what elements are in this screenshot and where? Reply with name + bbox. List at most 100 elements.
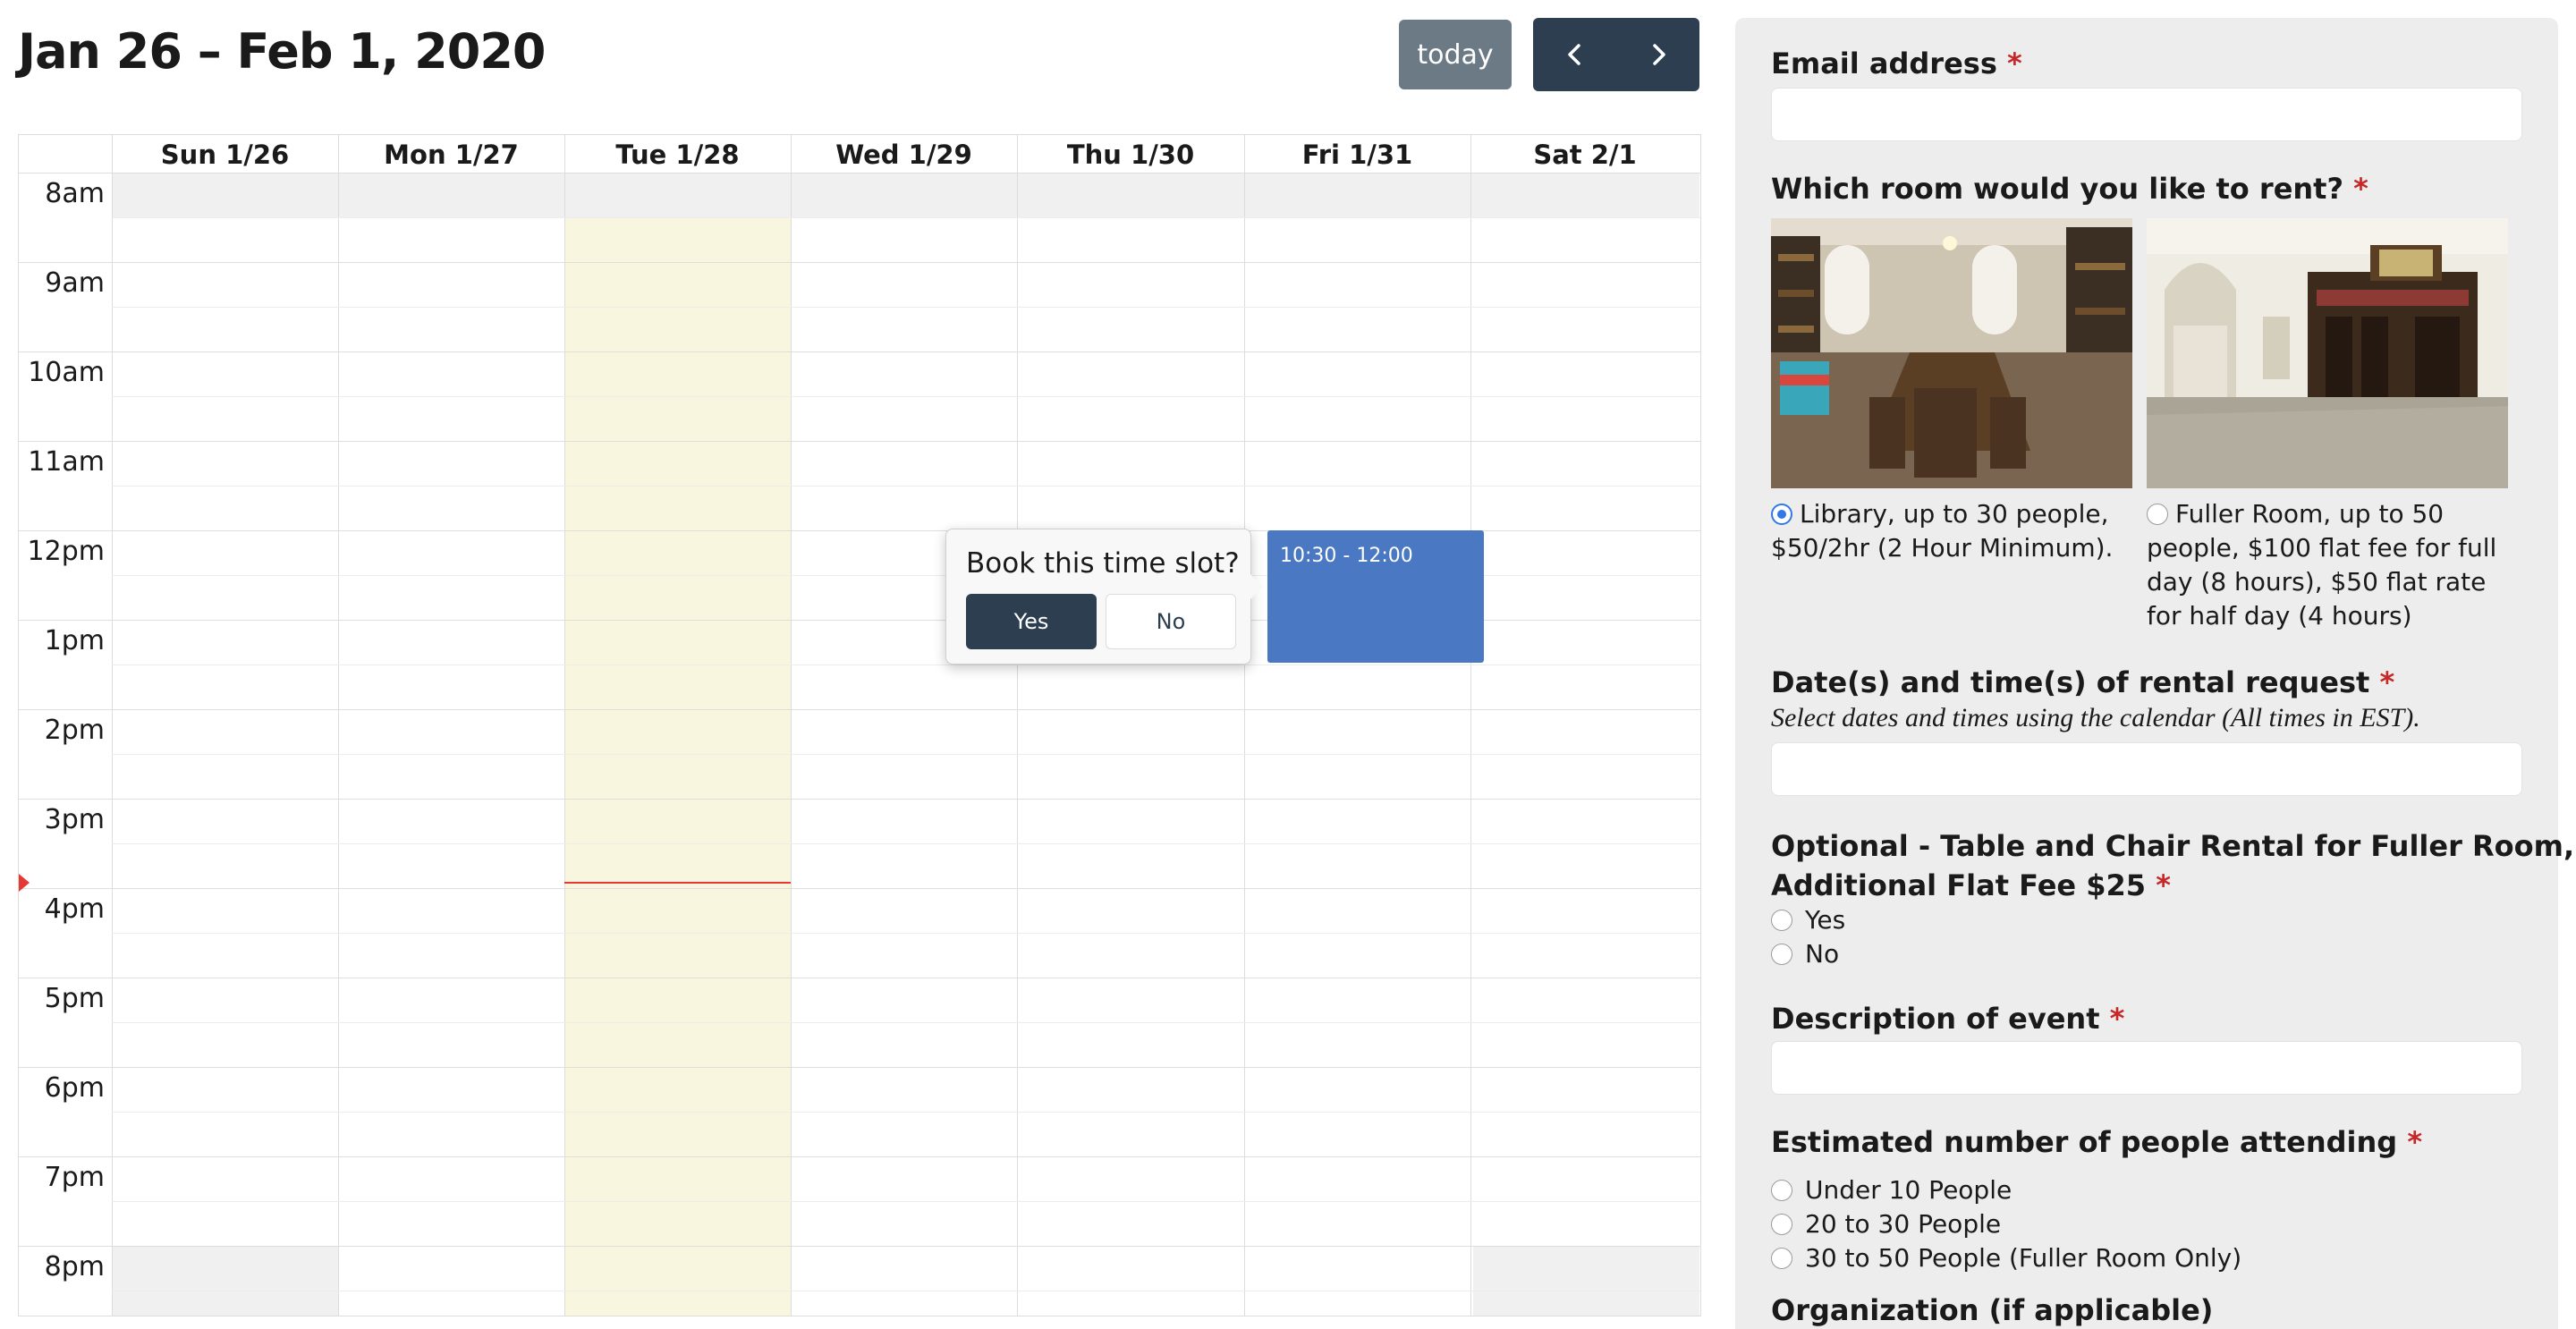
- chevron-right-icon: [1652, 44, 1665, 65]
- time-label: 6pm: [44, 1072, 105, 1104]
- half-hour-gridline: [112, 217, 1700, 218]
- column-divider: [1470, 135, 1471, 1316]
- email-field[interactable]: [1771, 88, 2522, 141]
- hour-gridline: [19, 709, 1700, 710]
- half-hour-gridline: [112, 307, 1700, 308]
- time-label: 11am: [28, 446, 105, 478]
- hour-gridline: [19, 799, 1700, 800]
- time-label: 2pm: [44, 715, 105, 746]
- dates-label: Date(s) and time(s) of rental request *: [1771, 665, 2395, 699]
- attendance-radio[interactable]: [1771, 1248, 1792, 1269]
- hour-gridline: [19, 1067, 1700, 1068]
- attendance-option-under-10[interactable]: Under 10 People: [1771, 1175, 2012, 1205]
- time-label: 8pm: [44, 1251, 105, 1282]
- room-option-library[interactable]: Library, up to 30 people, $50/2hr (2 Hou…: [1771, 497, 2138, 565]
- day-header: Wed 1/29: [835, 140, 972, 170]
- today-column: [564, 173, 791, 1316]
- next-week-button[interactable]: [1616, 18, 1699, 91]
- half-hour-gridline: [112, 933, 1700, 934]
- hour-gridline: [19, 262, 1700, 263]
- hour-gridline: [19, 173, 1700, 174]
- column-divider: [791, 135, 792, 1316]
- week-grid[interactable]: Sun 1/26 Mon 1/27 Tue 1/28 Wed 1/29 Thu …: [18, 134, 1701, 1316]
- time-label: 4pm: [44, 893, 105, 925]
- event-time: 10:30 - 12:00: [1280, 545, 1413, 567]
- half-hour-gridline: [112, 1022, 1700, 1023]
- organization-label: Organization (if applicable): [1771, 1293, 2214, 1327]
- time-label: 10am: [28, 357, 105, 388]
- tables-option-no[interactable]: No: [1771, 939, 1839, 969]
- shaded-slot: [1473, 1247, 1699, 1316]
- prev-week-button[interactable]: [1533, 18, 1616, 91]
- day-header: Fri 1/31: [1301, 140, 1413, 170]
- time-label: 12pm: [27, 536, 105, 567]
- hour-gridline: [19, 351, 1700, 352]
- description-field[interactable]: [1771, 1041, 2522, 1095]
- required-asterisk: *: [2109, 1002, 2125, 1036]
- calendar-title: Jan 26 – Feb 1, 2020: [18, 23, 546, 80]
- half-hour-gridline: [112, 486, 1700, 487]
- attendance-radio[interactable]: [1771, 1180, 1792, 1201]
- hour-gridline: [19, 888, 1700, 889]
- fuller-option-text: Fuller Room, up to 50 people, $100 flat …: [2147, 499, 2497, 631]
- time-label: 3pm: [44, 804, 105, 835]
- hour-gridline: [19, 1156, 1700, 1157]
- half-hour-gridline: [112, 1201, 1700, 1202]
- fuller-radio[interactable]: [2147, 504, 2168, 525]
- now-indicator-line: [564, 882, 791, 884]
- attendance-radio[interactable]: [1771, 1214, 1792, 1235]
- fuller-room-photo[interactable]: [2147, 218, 2508, 488]
- shaded-slot: [112, 173, 1699, 217]
- time-label: 5pm: [44, 983, 105, 1014]
- tables-yes-radio[interactable]: [1771, 910, 1792, 931]
- time-label: 9am: [45, 267, 105, 299]
- time-label: 1pm: [44, 625, 105, 656]
- half-hour-gridline: [112, 396, 1700, 397]
- day-header-today: Tue 1/28: [615, 140, 740, 170]
- popover-question: Book this time slot?: [966, 547, 1240, 580]
- column-divider: [564, 135, 565, 1316]
- required-asterisk: *: [2156, 868, 2171, 902]
- day-header: Thu 1/30: [1066, 140, 1195, 170]
- today-button[interactable]: today: [1399, 20, 1512, 89]
- half-hour-gridline: [112, 1112, 1700, 1113]
- hour-gridline: [19, 441, 1700, 442]
- tables-option-yes[interactable]: Yes: [1771, 905, 1845, 935]
- room-label: Which room would you like to rent? *: [1771, 172, 2368, 206]
- dates-hint: Select dates and times using the calenda…: [1771, 703, 2420, 732]
- tables-label: Optional - Table and Chair Rental for Fu…: [1771, 829, 2575, 902]
- description-label: Description of event *: [1771, 1002, 2125, 1036]
- library-option-text: Library, up to 30 people, $50/2hr (2 Hou…: [1771, 499, 2114, 563]
- column-divider: [112, 135, 113, 1316]
- attendance-label: Estimated number of people attending *: [1771, 1125, 2423, 1159]
- day-header-row: Sun 1/26 Mon 1/27 Tue 1/28 Wed 1/29 Thu …: [19, 135, 1700, 174]
- half-hour-gridline: [112, 664, 1700, 665]
- confirm-no-button[interactable]: No: [1106, 594, 1236, 649]
- column-divider: [338, 135, 339, 1316]
- booked-event[interactable]: 10:30 - 12:00: [1267, 530, 1484, 663]
- rental-form: Email address * Which room would you lik…: [1735, 18, 2574, 1329]
- required-asterisk: *: [2407, 1125, 2423, 1159]
- time-label: 8am: [45, 178, 105, 209]
- day-header: Mon 1/27: [384, 140, 519, 170]
- day-header: Sun 1/26: [160, 140, 290, 170]
- calendar-nav: [1533, 18, 1699, 91]
- half-hour-gridline: [112, 754, 1700, 755]
- library-radio[interactable]: [1771, 504, 1792, 525]
- book-slot-popover: Book this time slot? Yes No: [945, 529, 1263, 664]
- dates-field[interactable]: [1771, 742, 2522, 796]
- column-divider: [1017, 135, 1018, 1316]
- library-photo[interactable]: [1771, 218, 2132, 488]
- hour-gridline: [19, 1246, 1700, 1247]
- chevron-left-icon: [1567, 44, 1580, 65]
- required-asterisk: *: [2007, 47, 2022, 80]
- confirm-yes-button[interactable]: Yes: [966, 594, 1097, 649]
- column-divider: [1244, 135, 1245, 1316]
- email-label: Email address *: [1771, 47, 2022, 80]
- attendance-option-20-30[interactable]: 20 to 30 People: [1771, 1209, 2001, 1239]
- shaded-slot: [112, 1247, 338, 1316]
- half-hour-gridline: [112, 843, 1700, 844]
- attendance-option-30-50[interactable]: 30 to 50 People (Fuller Room Only): [1771, 1243, 2241, 1273]
- tables-no-radio[interactable]: [1771, 944, 1792, 965]
- room-option-fuller[interactable]: Fuller Room, up to 50 people, $100 flat …: [2147, 497, 2522, 633]
